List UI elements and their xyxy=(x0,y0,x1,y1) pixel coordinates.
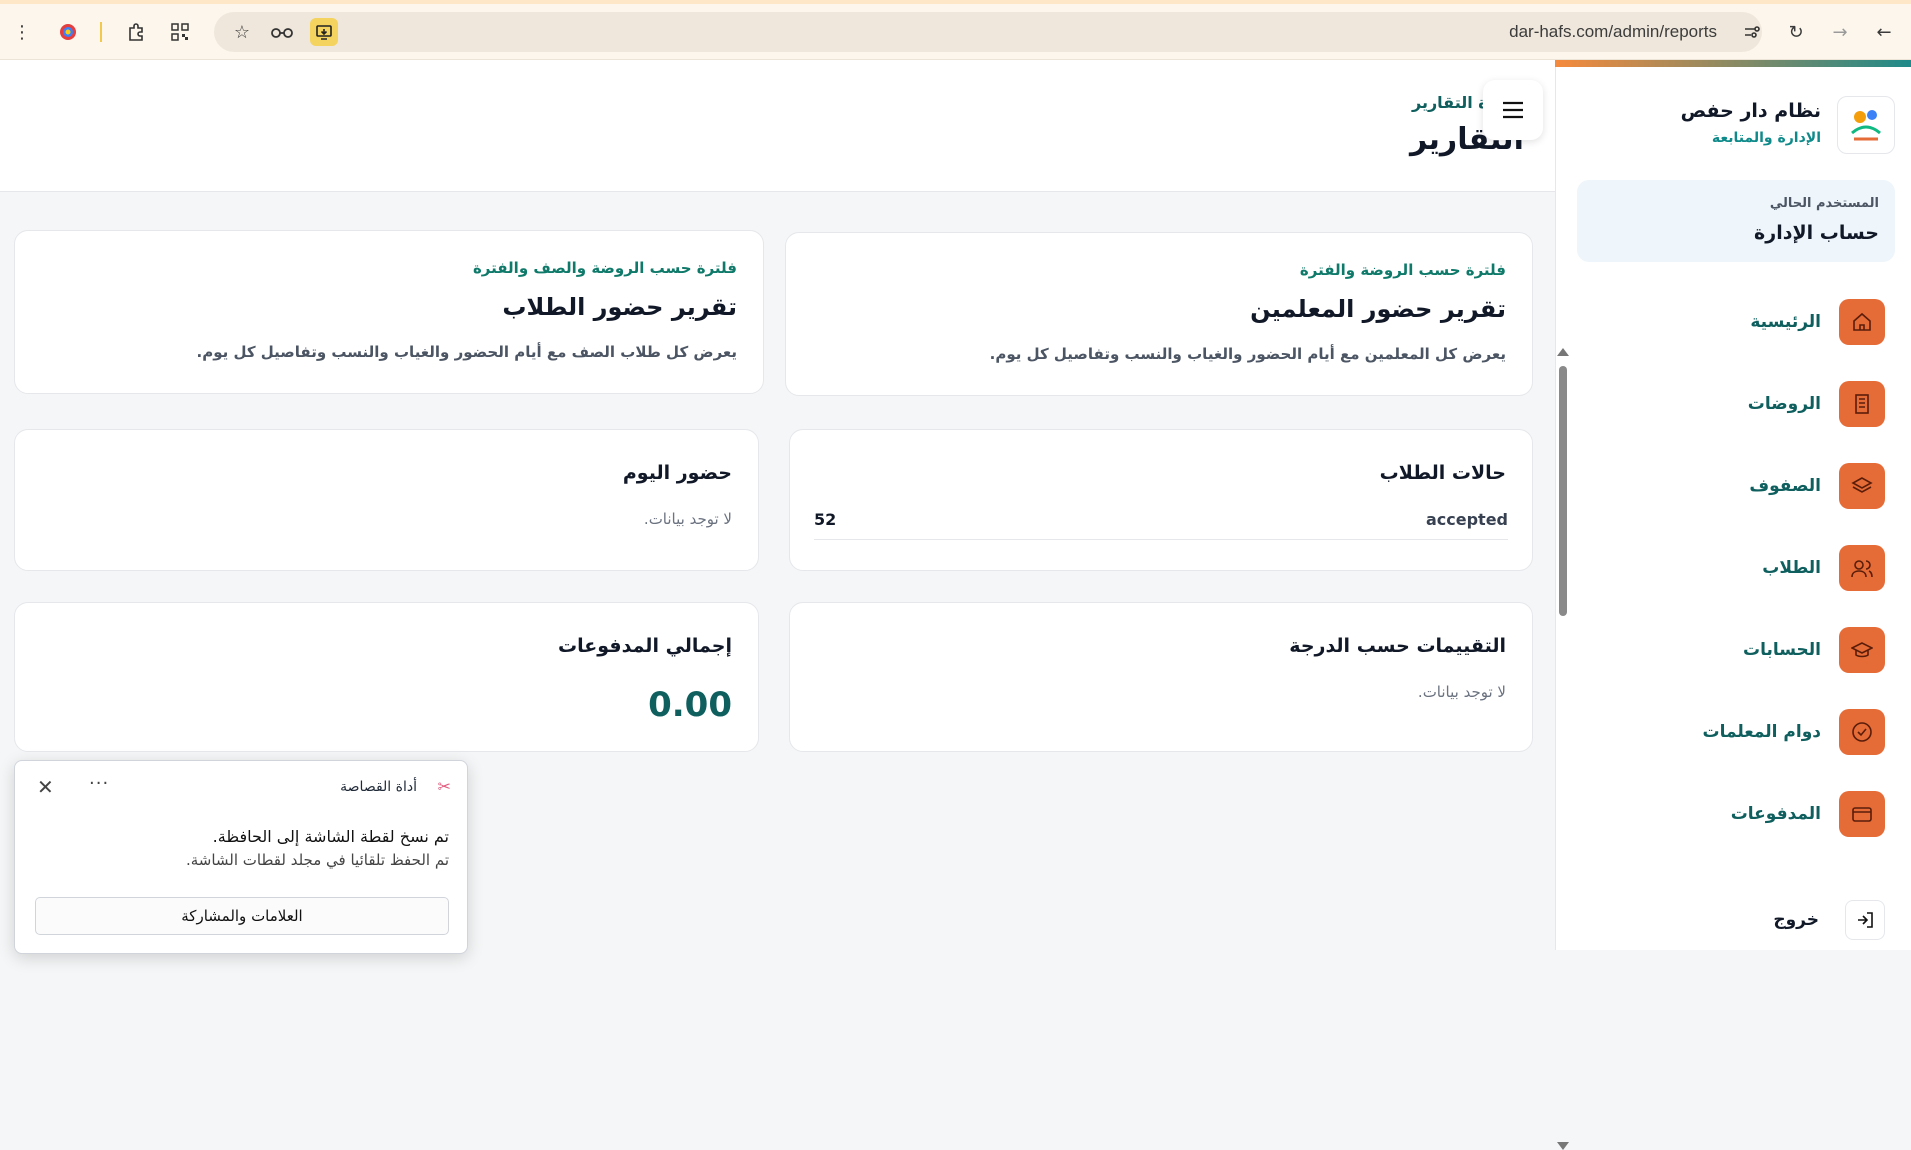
sidebar-item-accounts[interactable]: الحسابات xyxy=(1585,626,1885,674)
sidebar-item-label: الطلاب xyxy=(1762,558,1821,578)
close-icon[interactable]: ✕ xyxy=(37,775,54,799)
brand-logo xyxy=(1837,96,1895,154)
snipping-tool-toast: ✂ أداة القصاصة ··· ✕ تم نسخ لقطة الشاشة … xyxy=(14,760,468,954)
scissors-icon: ✂ xyxy=(437,777,451,796)
sidebar-item-home[interactable]: الرئيسية xyxy=(1585,298,1885,346)
hamburger-icon xyxy=(1503,101,1523,119)
sidebar-item-label: الحسابات xyxy=(1743,640,1821,660)
menu-toggle-button[interactable] xyxy=(1483,80,1543,140)
star-icon[interactable]: ☆ xyxy=(228,18,256,46)
scroll-down-arrow[interactable] xyxy=(1557,1142,1569,1150)
building-icon xyxy=(1839,381,1885,427)
check-circle-icon xyxy=(1839,709,1885,755)
logout-icon xyxy=(1845,900,1885,940)
current-user-name: حساب الإدارة xyxy=(1754,222,1879,244)
browser-toolbar: ⋮ ☆ dar-hafs.com/admin/reports ↻ → ← xyxy=(0,4,1911,60)
student-attendance-report-card[interactable]: فلترة حسب الروضة والصف والفترة تقرير حضو… xyxy=(14,230,764,394)
empty-state: لا توجد بيانات. xyxy=(643,510,732,528)
qr-code-icon[interactable] xyxy=(166,18,194,46)
brand-subtitle: الإدارة والمتابعة xyxy=(1711,130,1821,146)
logout-button[interactable]: خروج xyxy=(1585,898,1885,942)
sidebar-item-label: الصفوف xyxy=(1749,476,1821,496)
sidebar-item-label: الروضات xyxy=(1747,394,1821,414)
current-user-card: المستخدم الحالي حساب الإدارة xyxy=(1577,180,1895,262)
back-icon[interactable]: ← xyxy=(1870,18,1898,46)
today-attendance-card: حضور اليوم لا توجد بيانات. xyxy=(14,429,759,571)
toast-submessage: تم الحفظ تلقائيا في مجلد لقطات الشاشة. xyxy=(185,851,449,869)
card-title: حالات الطلاب xyxy=(1379,462,1506,484)
card-kicker: فلترة حسب الروضة والفترة xyxy=(1299,261,1506,279)
scroll-up-arrow[interactable] xyxy=(1557,348,1569,356)
student-statuses-card: حالات الطلاب accepted 52 xyxy=(789,429,1533,571)
toast-title: أداة القصاصة xyxy=(340,779,417,795)
more-vertical-icon[interactable]: ⋮ xyxy=(8,18,36,46)
status-count: 52 xyxy=(814,510,837,529)
reload-icon[interactable]: ↻ xyxy=(1782,18,1810,46)
sidebar-item-payments[interactable]: المدفوعات xyxy=(1585,790,1885,838)
page-header xyxy=(0,60,1555,192)
payments-amount: 0.00 xyxy=(648,685,732,725)
sidebar-scrollbar[interactable] xyxy=(1556,290,1569,1150)
sidebar-item-students[interactable]: الطلاب xyxy=(1585,544,1885,592)
sidebar-item-label: الرئيسية xyxy=(1750,312,1821,332)
url-text[interactable]: dar-hafs.com/admin/reports xyxy=(1509,22,1717,42)
card-kicker: فلترة حسب الروضة والصف والفترة xyxy=(472,259,737,277)
card-title: التقييمات حسب الدرجة xyxy=(1289,635,1506,657)
sidebar-item-classes[interactable]: الصفوف xyxy=(1585,462,1885,510)
teacher-attendance-report-card[interactable]: فلترة حسب الروضة والفترة تقرير حضور المع… xyxy=(785,232,1533,396)
brand-title: نظام دار حفص xyxy=(1680,100,1821,122)
sidebar-item-kindergartens[interactable]: الروضات xyxy=(1585,380,1885,428)
layers-icon xyxy=(1839,463,1885,509)
card-title: إجمالي المدفوعات xyxy=(558,635,732,657)
sidebar-accent-bar xyxy=(1555,60,1911,67)
card-description: يعرض كل طلاب الصف مع أيام الحضور والغياب… xyxy=(196,343,738,361)
grades-card: التقييمات حسب الدرجة لا توجد بيانات. xyxy=(789,602,1533,752)
card-description: يعرض كل المعلمين مع أيام الحضور والغياب … xyxy=(989,345,1506,363)
sidebar-item-label: المدفوعات xyxy=(1730,804,1821,824)
toast-message: تم نسخ لقطة الشاشة إلى الحافظة. xyxy=(212,827,449,846)
incognito-glasses-icon[interactable] xyxy=(268,18,296,46)
sidebar-item-label: دوام المعلمات xyxy=(1702,722,1821,742)
toolbar-separator xyxy=(100,22,102,42)
breadcrumb[interactable]: ة التقارير xyxy=(1412,93,1488,112)
puzzle-icon[interactable] xyxy=(122,18,150,46)
credit-card-icon xyxy=(1839,791,1885,837)
site-settings-icon[interactable] xyxy=(1738,18,1766,46)
home-icon xyxy=(1839,299,1885,345)
graduation-cap-icon xyxy=(1839,627,1885,673)
extension-color-icon[interactable] xyxy=(54,18,82,46)
sidebar-item-teacher-attendance[interactable]: دوام المعلمات xyxy=(1585,708,1885,756)
current-user-label: المستخدم الحالي xyxy=(1769,196,1879,211)
status-name: accepted xyxy=(1425,510,1508,529)
forward-icon[interactable]: → xyxy=(1826,18,1854,46)
markup-share-button[interactable]: العلامات والمشاركة xyxy=(35,897,449,935)
users-icon xyxy=(1839,545,1885,591)
scroll-thumb[interactable] xyxy=(1559,366,1567,616)
more-options-icon[interactable]: ··· xyxy=(89,773,109,794)
empty-state: لا توجد بيانات. xyxy=(1417,683,1506,701)
payments-total-card: إجمالي المدفوعات 0.00 xyxy=(14,602,759,752)
logout-label: خروج xyxy=(1773,910,1819,930)
card-title: تقرير حضور الطلاب xyxy=(502,293,737,321)
table-row: accepted 52 xyxy=(814,500,1508,540)
card-title: تقرير حضور المعلمين xyxy=(1250,295,1506,323)
card-title: حضور اليوم xyxy=(622,462,732,484)
install-app-icon[interactable] xyxy=(310,18,338,46)
